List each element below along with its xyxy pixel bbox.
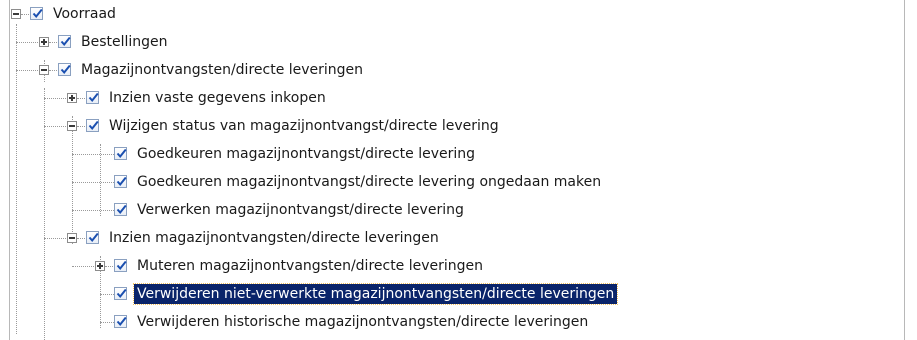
checkbox-icon[interactable] [58,63,71,76]
tree-line [44,98,68,99]
checkbox-icon[interactable] [114,315,127,328]
collapse-toggle-icon[interactable] [67,233,77,243]
tree-node-label[interactable]: Inzien magazijnontvangsten/directe lever… [106,228,442,248]
tree-node-label[interactable]: Inzien vaste gegevens inkopen [106,88,329,108]
checkbox-icon[interactable] [86,91,99,104]
collapse-toggle-icon[interactable] [67,121,77,131]
tree-node-magazijnontvangsten[interactable]: Magazijnontvangsten/directe leveringen [10,60,904,86]
permissions-tree[interactable]: Voorraad Bestellingen Magazijnontvangste… [9,0,905,340]
tree-node-muteren[interactable]: Muteren magazijnontvangsten/directe leve… [10,256,904,282]
tree-node-label[interactable]: Muteren magazijnontvangsten/directe leve… [134,256,486,276]
tree-node-verwijderen-historische[interactable]: Verwijderen historische magazijnontvangs… [10,312,904,338]
tree-node-goedkeuren[interactable]: Goedkeuren magazijnontvangst/directe lev… [10,144,904,170]
tree-node-label[interactable]: Bestellingen [78,32,171,52]
tree-node-label[interactable]: Voorraad [50,4,119,24]
tree-line [72,266,96,267]
tree-line [72,154,114,155]
tree-node-label[interactable]: Verwerken magazijnontvangst/directe leve… [134,200,467,220]
tree-node-label[interactable]: Wijzigen status van magazijnontvangst/di… [106,116,502,136]
tree-line [100,294,114,295]
checkbox-icon[interactable] [86,119,99,132]
expand-toggle-icon[interactable] [95,261,105,271]
expand-toggle-icon[interactable] [39,37,49,47]
tree-node-verwijderen-niet-verwerkte[interactable]: Verwijderen niet-verwerkte magazijnontva… [10,283,904,310]
checkbox-icon[interactable] [114,147,127,160]
checkbox-icon[interactable] [114,287,127,300]
checkbox-icon[interactable] [114,259,127,272]
expand-toggle-icon[interactable] [67,93,77,103]
tree-node-bestellingen[interactable]: Bestellingen [10,32,904,58]
tree-node-inzien-magazijnontvangsten[interactable]: Inzien magazijnontvangsten/directe lever… [10,228,904,254]
checkbox-icon[interactable] [86,231,99,244]
tree-node-label[interactable]: Verwijderen historische magazijnontvangs… [134,312,591,332]
checkbox-icon[interactable] [114,203,127,216]
tree-node-label[interactable]: Goedkeuren magazijnontvangst/directe lev… [134,172,604,192]
tree-node-wijzigen-status[interactable]: Wijzigen status van magazijnontvangst/di… [10,116,904,142]
tree-line [72,210,114,211]
tree-node-label[interactable]: Magazijnontvangsten/directe leveringen [78,60,366,80]
tree-node-verwerken[interactable]: Verwerken magazijnontvangst/directe leve… [10,200,904,226]
tree-line [16,42,40,43]
tree-line [44,238,68,239]
tree-line [100,322,114,323]
checkbox-icon[interactable] [114,175,127,188]
checkbox-icon[interactable] [30,7,43,20]
collapse-toggle-icon[interactable] [11,9,21,19]
tree-node-voorraad[interactable]: Voorraad [10,4,904,30]
tree-line [72,182,114,183]
tree-line [16,70,40,71]
tree-line [44,126,68,127]
collapse-toggle-icon[interactable] [39,65,49,75]
tree-node-inzien-vaste-gegevens[interactable]: Inzien vaste gegevens inkopen [10,88,904,114]
checkbox-icon[interactable] [58,35,71,48]
tree-node-label[interactable]: Goedkeuren magazijnontvangst/directe lev… [134,144,478,164]
tree-node-goedkeuren-ongedaan[interactable]: Goedkeuren magazijnontvangst/directe lev… [10,172,904,198]
tree-node-label-selected[interactable]: Verwijderen niet-verwerkte magazijnontva… [132,283,619,305]
